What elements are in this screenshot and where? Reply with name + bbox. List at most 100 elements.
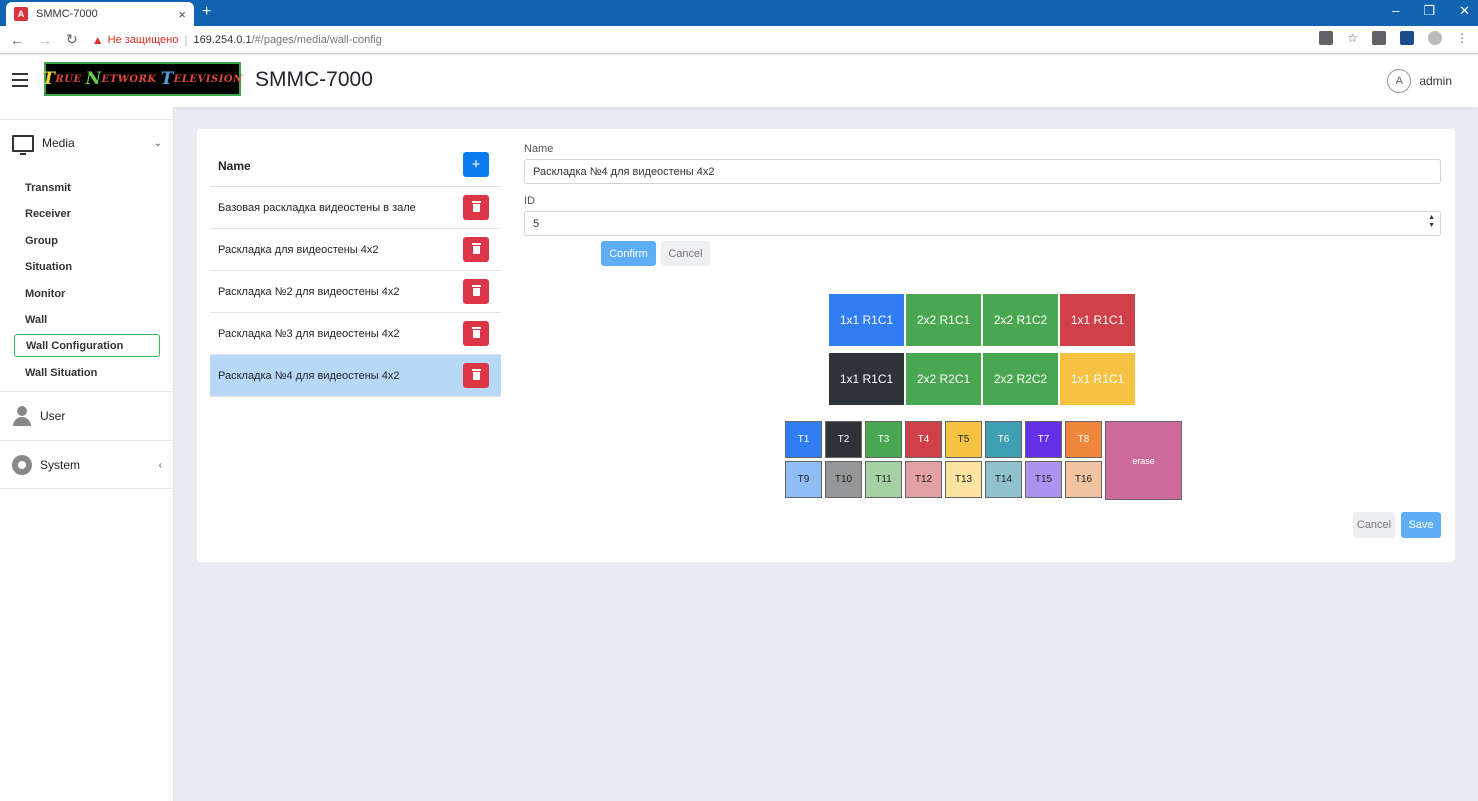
sidebar-section-system[interactable]: System ‹	[0, 441, 174, 489]
browser-tab-bar: A SMMC-7000 × + – ❐ ✕	[0, 0, 1478, 26]
sidebar-section-label: Media	[42, 136, 75, 150]
minimize-icon[interactable]: –	[1392, 3, 1399, 19]
user-menu[interactable]: A admin	[1387, 69, 1452, 93]
wall-cell[interactable]: 1x1 R1C1	[1060, 353, 1135, 405]
extension-icon[interactable]	[1400, 31, 1414, 45]
list-item-label: Базовая раскладка видеостены в зале	[218, 201, 416, 214]
name-input[interactable]	[524, 159, 1441, 184]
palette-tile[interactable]: T14	[985, 461, 1022, 498]
delete-button[interactable]	[463, 195, 489, 220]
sidebar-divider	[0, 488, 174, 489]
wall-cell[interactable]: 2x2 R1C2	[983, 294, 1058, 346]
reload-icon[interactable]: ↻	[66, 31, 78, 48]
palette-tile[interactable]: T6	[985, 421, 1022, 458]
trash-icon	[471, 242, 481, 254]
id-input[interactable]	[524, 211, 1441, 236]
menu-dots-icon[interactable]: ⋮	[1456, 31, 1468, 45]
wall-cell[interactable]: 2x2 R1C1	[906, 294, 981, 346]
sidebar-item-group[interactable]: Group	[14, 229, 160, 252]
back-icon[interactable]: ←	[10, 32, 24, 48]
wall-cell[interactable]: 2x2 R2C1	[906, 353, 981, 405]
warning-icon[interactable]: ▲	[92, 33, 104, 47]
cancel-button[interactable]: Cancel	[1353, 512, 1395, 538]
wall-cell[interactable]: 1x1 R1C1	[829, 353, 904, 405]
palette-tile[interactable]: T11	[865, 461, 902, 498]
sidebar-section-label: System	[40, 458, 81, 472]
palette-tile[interactable]: T9	[785, 461, 822, 498]
translate-icon[interactable]	[1319, 31, 1334, 45]
sidebar-section-user[interactable]: User	[0, 392, 174, 440]
profile-icon[interactable]	[1428, 31, 1442, 45]
url-host: 169.254.0.1	[193, 33, 252, 46]
sidebar-item-wall-configuration[interactable]: Wall Configuration	[14, 334, 160, 357]
user-icon	[12, 406, 32, 426]
url-field[interactable]: 169.254.0.1/#/pages/media/wall-config	[193, 34, 381, 46]
forward-icon[interactable]: →	[38, 32, 52, 48]
cancel-button[interactable]: Cancel	[661, 241, 710, 266]
list-item[interactable]: Базовая раскладка видеостены в зале	[210, 187, 501, 229]
delete-button[interactable]	[463, 279, 489, 304]
close-window-icon[interactable]: ✕	[1459, 3, 1470, 19]
save-button[interactable]: Save	[1401, 512, 1441, 538]
erase-button[interactable]: erase	[1105, 421, 1182, 500]
app-title: SMMC-7000	[255, 68, 373, 91]
delete-button[interactable]	[463, 237, 489, 262]
palette-tile[interactable]: T10	[825, 461, 862, 498]
palette-tile[interactable]: T16	[1065, 461, 1102, 498]
palette-tile[interactable]: T1	[785, 421, 822, 458]
list-item[interactable]: Раскладка №3 для видеостены 4x2	[210, 313, 501, 355]
palette-tile[interactable]: T3	[865, 421, 902, 458]
sidebar-item-wall-situation[interactable]: Wall Situation	[14, 361, 160, 384]
list-header-label: Name	[218, 158, 251, 173]
chevron-down-icon: ⌄	[153, 137, 162, 149]
delete-button[interactable]	[463, 363, 489, 388]
bookmark-star-icon[interactable]: ☆	[1347, 31, 1358, 45]
number-stepper-icon[interactable]: ▲ ▼	[1428, 214, 1435, 230]
palette-tile[interactable]: T8	[1065, 421, 1102, 458]
sidebar-item-receiver[interactable]: Receiver	[14, 202, 160, 225]
palette-tile[interactable]: T7	[1025, 421, 1062, 458]
palette-tile[interactable]: T15	[1025, 461, 1062, 498]
hamburger-menu-icon[interactable]	[12, 73, 28, 87]
browser-tab[interactable]: A SMMC-7000 ×	[6, 2, 194, 26]
avatar[interactable]: A	[1387, 69, 1412, 93]
list-item-label: Раскладка №4 для видеостены 4x2	[218, 369, 400, 382]
layout-list: Name + Базовая раскладка видеостены в за…	[210, 145, 501, 397]
list-item-label: Раскладка №3 для видеостены 4x2	[218, 327, 400, 340]
palette-tile[interactable]: T4	[905, 421, 942, 458]
sidebar-section-label: User	[40, 409, 66, 423]
sidebar-item-situation[interactable]: Situation	[14, 255, 160, 278]
username[interactable]: admin	[1419, 74, 1452, 88]
palette-tile[interactable]: T13	[945, 461, 982, 498]
wall-cell[interactable]: 2x2 R2C2	[983, 353, 1058, 405]
name-label: Name	[524, 143, 554, 155]
new-tab-icon[interactable]: +	[202, 3, 211, 21]
restore-icon[interactable]: ❐	[1423, 3, 1435, 19]
list-item[interactable]: Раскладка для видеостены 4x2	[210, 229, 501, 271]
palette-tile[interactable]: T12	[905, 461, 942, 498]
wall-cell[interactable]: 1x1 R1C1	[1060, 294, 1135, 346]
sidebar-item-transmit[interactable]: Transmit	[14, 176, 160, 199]
sidebar-item-wall[interactable]: Wall	[14, 308, 160, 331]
wall-cell[interactable]: 1x1 R1C1	[829, 294, 904, 346]
trash-icon	[471, 326, 481, 338]
add-layout-button[interactable]: +	[463, 152, 489, 177]
confirm-button[interactable]: Confirm	[601, 241, 656, 266]
list-item-selected[interactable]: Раскладка №4 для видеостены 4x2	[210, 355, 501, 397]
pdf-extension-icon[interactable]	[1372, 31, 1386, 45]
browser-toolbar-right: ☆ ⋮	[1319, 31, 1468, 45]
close-tab-icon[interactable]: ×	[178, 7, 186, 22]
list-item[interactable]: Раскладка №2 для видеостены 4x2	[210, 271, 501, 313]
tab-title: SMMC-7000	[36, 8, 98, 20]
url-path: /#/pages/media/wall-config	[251, 33, 382, 46]
sidebar-item-monitor[interactable]: Monitor	[14, 282, 160, 305]
gear-icon	[12, 455, 32, 475]
delete-button[interactable]	[463, 321, 489, 346]
insecure-label[interactable]: Не защищено	[108, 34, 179, 46]
sidebar-section-media[interactable]: Media ⌄	[0, 119, 174, 167]
palette-tile[interactable]: T2	[825, 421, 862, 458]
palette-tile[interactable]: T5	[945, 421, 982, 458]
angular-favicon-icon: A	[14, 7, 28, 21]
layout-form: Name ID ▲▼	[524, 143, 1441, 236]
trash-icon	[471, 368, 481, 380]
